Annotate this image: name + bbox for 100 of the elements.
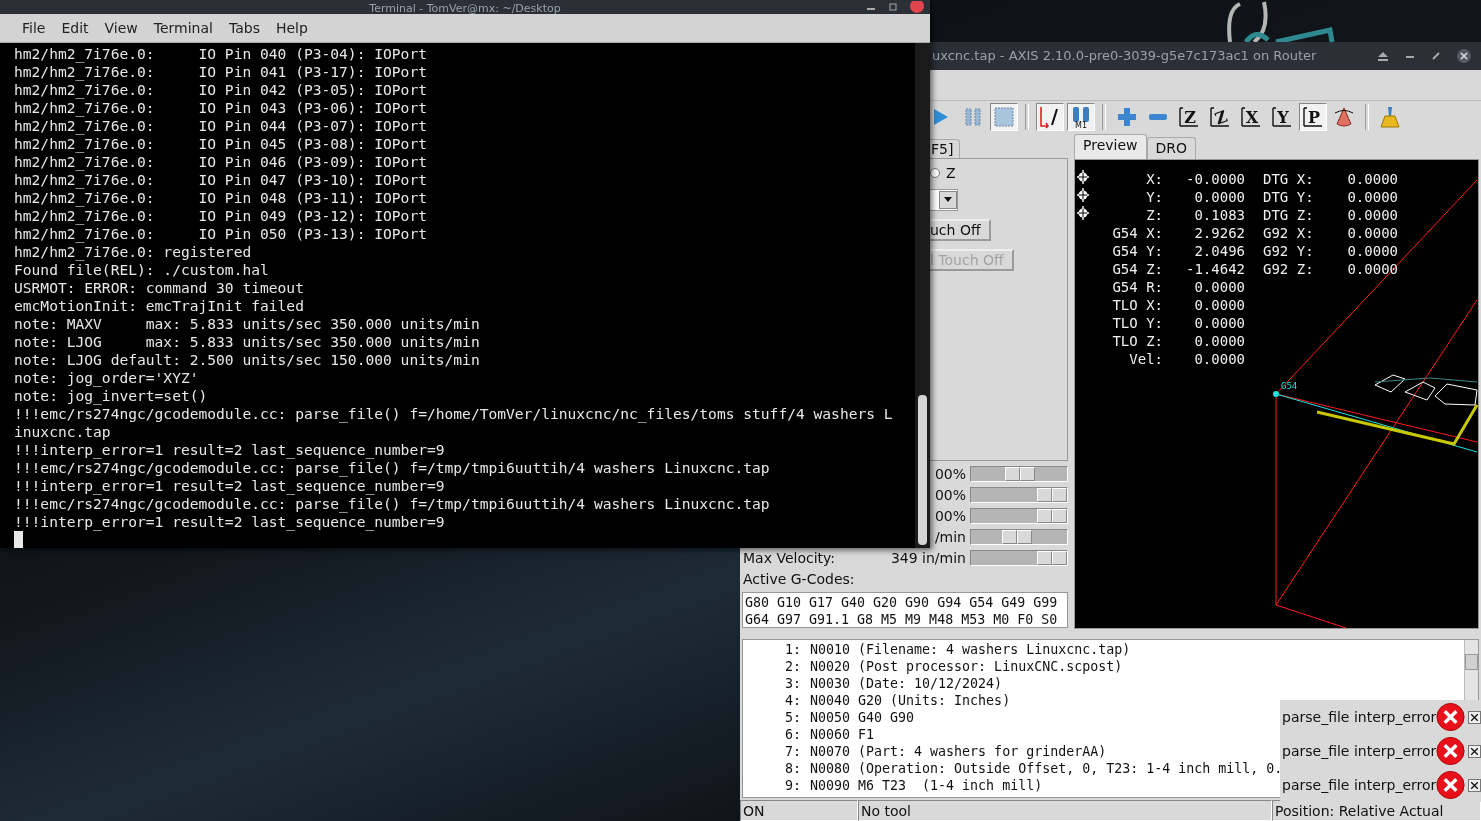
terminal-line: inuxcnc.tap	[14, 423, 112, 441]
dro-label: X:	[1145, 169, 1163, 188]
dro-label: DTG Y:	[1262, 187, 1315, 206]
maximize-icon[interactable]	[1431, 50, 1441, 62]
toolbar-button[interactable]: Z	[1206, 103, 1234, 132]
terminal-line: hm2/hm2_7i76e.0: IO Pin 050 (P3-13): IOPort	[14, 225, 428, 243]
dro-value: 0.1083	[1193, 205, 1245, 224]
terminal-line: USRMOT: ERROR: command 30 timeout	[14, 279, 305, 297]
dro-label: G54 Z:	[1111, 259, 1163, 278]
terminal-line: !!!emc/rs274ngc/gcodemodule.cc: parse_file() f=/home/TomVer/linuxcnc/nc_files/toms stuff/4 washers L	[14, 405, 894, 423]
toolbar-button[interactable]: Y	[1268, 103, 1296, 132]
caret-icon	[944, 197, 952, 203]
dro-value: 2.9262	[1193, 223, 1245, 242]
slider-track[interactable]	[970, 529, 1068, 546]
gcode-line: N0030 (Date: 10/12/2024)	[810, 674, 1003, 692]
gcode-line: N0070 (Part: 4 washers for grinderAA)	[810, 742, 1107, 760]
zoom-out-icon	[1149, 114, 1167, 121]
toolbar-button[interactable]: M1	[1067, 103, 1095, 132]
dro-label: G92 Y:	[1262, 241, 1315, 260]
line-number: 9:	[784, 776, 801, 794]
max-velocity-reading: 349 in/min	[890, 550, 967, 567]
terminal-line: note: LJOG max: 5.833 units/sec 350.000 units/min	[14, 333, 481, 351]
terminal-line: !!!interp_error=1 result=2 last_sequence_number=9	[14, 513, 446, 531]
slider-track[interactable]	[970, 487, 1068, 504]
toolbar-button[interactable]: Z	[1175, 103, 1203, 132]
notification-message: parse_file interp_error	[1282, 743, 1437, 759]
preview-canvas[interactable]	[1074, 158, 1479, 629]
terminal-line: hm2/hm2_7i76e.0: IO Pin 043 (P3-06): IOPort	[14, 99, 428, 117]
terminal-line: hm2/hm2_7i76e.0: IO Pin 047 (P3-10): IOPort	[14, 171, 428, 189]
toolbar-button[interactable]: X	[1237, 103, 1265, 132]
radio-button[interactable]	[930, 167, 940, 178]
close-icon[interactable]	[1457, 49, 1471, 63]
dro-label: G92 Z:	[1262, 259, 1315, 278]
dro-value: 0.0000	[1346, 259, 1398, 278]
tab[interactable]: Preview	[1074, 133, 1147, 159]
close-button[interactable]	[1468, 778, 1481, 792]
slider-thumb[interactable]	[1037, 488, 1067, 503]
terminal-line: hm2/hm2_7i76e.0: IO Pin 042 (P3-05): IOPort	[14, 81, 428, 99]
gcode-line: N0050 G40 G90	[810, 708, 915, 726]
dropdown[interactable]	[928, 188, 958, 211]
menu-item[interactable]: Tabs	[220, 20, 268, 36]
menu-item[interactable]: Terminal	[145, 20, 221, 36]
gcode-line: N0010 (Filename: 4 washers Linuxcnc.tap)	[810, 640, 1131, 658]
terminal-line: hm2/hm2_7i76e.0: IO Pin 049 (P3-12): IOPort	[14, 207, 428, 225]
scrollbar[interactable]	[915, 43, 930, 548]
menu-item[interactable]: Edit	[53, 20, 97, 36]
slider-thumb[interactable]	[1002, 530, 1032, 545]
slider-thumb[interactable]	[1037, 551, 1067, 566]
terminal-line: hm2/hm2_7i76e.0: IO Pin 045 (P3-08): IOPort	[14, 135, 428, 153]
terminal-line: note: jog_order='XYZ'	[14, 369, 200, 387]
terminal-line: hm2/hm2_7i76e.0: IO Pin 041 (P3-17): IOPort	[14, 63, 428, 81]
terminal-line: hm2/hm2_7i76e.0: IO Pin 046 (P3-09): IOPort	[14, 153, 428, 171]
active-gcodes-label: Active G-Codes:	[742, 570, 856, 590]
dro-value: -0.0000	[1185, 169, 1245, 188]
dro-value: 0.0000	[1346, 205, 1398, 224]
close-icon	[1471, 713, 1479, 721]
text-cursor	[14, 531, 23, 548]
dro-value: 0.0000	[1346, 187, 1398, 206]
notification-message: parse_file interp_error	[1282, 777, 1437, 793]
tab[interactable]: F5]	[928, 138, 961, 158]
terminal-line: note: MAXV max: 5.833 units/sec 350.000 units/min	[14, 315, 481, 333]
window-title: uxcnc.tap - AXIS 2.10.0-pre0-3039-g5e7c173ac1 on Router	[932, 48, 1317, 64]
maximize-icon[interactable]	[888, 3, 898, 11]
dro-value: 0.0000	[1346, 223, 1398, 242]
override-reading: /min	[934, 529, 967, 546]
dro-label: Vel:	[1128, 349, 1163, 368]
line-number: 8:	[784, 759, 801, 777]
dro-label: Y:	[1145, 187, 1163, 206]
menu-item[interactable]: File	[14, 20, 54, 36]
eject-icon[interactable]	[1377, 50, 1389, 62]
close-icon	[1471, 781, 1479, 789]
override-reading: 00%	[934, 508, 967, 525]
line-number: 4:	[784, 691, 801, 709]
close-button[interactable]	[1468, 710, 1481, 724]
toolbar-button[interactable]: P	[1299, 103, 1327, 132]
line-number: 6:	[784, 725, 801, 743]
override-reading: 00%	[934, 466, 967, 483]
notification-message: parse_file interp_error	[1282, 709, 1437, 725]
dro-value: 0.0000	[1193, 349, 1245, 368]
dro-label: TLO X:	[1111, 295, 1163, 314]
active-gcodes-field: G80 G10 G17 G40 G20 G90 G94 G54 G49 G99 G64 G97 G91.1 G8 M5 M9 M48 M53 M0 F0 S0	[742, 591, 1068, 628]
touch-off-button[interactable]: uch Off	[928, 218, 991, 241]
stop-icon	[992, 105, 1016, 130]
close-button[interactable]	[1468, 744, 1481, 758]
slider-track[interactable]	[970, 508, 1068, 525]
terminal-line: !!!emc/rs274ngc/gcodemodule.cc: parse_file() f=/tmp/tmpi6uuttih/4 washers Linuxcnc.tap	[14, 459, 771, 477]
radio-label[interactable]: Z	[946, 164, 956, 181]
slider-thumb[interactable]	[1037, 509, 1067, 524]
brush-icon	[1378, 105, 1402, 130]
line-number: 5:	[784, 708, 801, 726]
menu-item[interactable]: View	[96, 20, 146, 36]
slider-track[interactable]	[970, 466, 1068, 483]
slider-track[interactable]	[970, 550, 1068, 567]
dro-label: G54 X:	[1111, 223, 1163, 242]
cone-icon	[1332, 105, 1356, 130]
slider-thumb[interactable]	[1005, 467, 1036, 482]
tab[interactable]: DRO	[1146, 136, 1197, 159]
terminal-line: hm2/hm2_7i76e.0: IO Pin 040 (P3-04): IOPort	[14, 45, 428, 63]
menu-item[interactable]: Help	[267, 20, 316, 36]
toolbar-button[interactable]	[1036, 103, 1064, 132]
